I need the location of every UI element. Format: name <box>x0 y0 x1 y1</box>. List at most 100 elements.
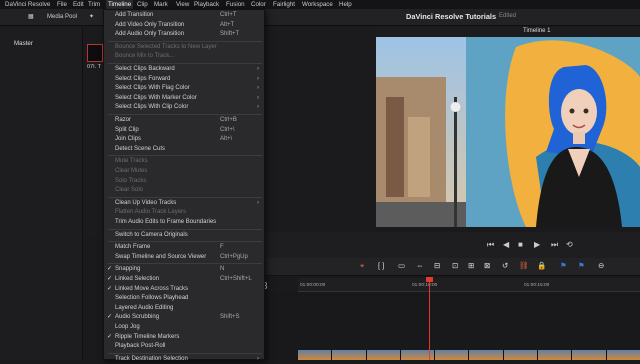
blade-icon[interactable]: ⇔ <box>416 261 424 270</box>
timeline-menu-dropdown: Add Transition Ctrl+T Add Video Only Trans… <box>103 9 265 362</box>
bin-list-panel <box>0 27 83 360</box>
menu-fusion[interactable]: Fusion <box>224 0 247 9</box>
submenu-arrow-icon: › <box>257 199 259 206</box>
menu-item-bounce-selected-tracks-to-new-layer: Bounce Selected Tracks to New Layer <box>104 43 264 52</box>
menu-item-snapping[interactable]: ✓ Snapping N <box>104 265 264 274</box>
menu-item-select-clips-with-marker-color[interactable]: Select Clips With Marker Color › <box>104 94 264 103</box>
menu-item-detect-scene-cuts[interactable]: Detect Scene Cuts <box>104 145 264 154</box>
menu-shortcut: Ctrl+Shift+L <box>220 276 252 282</box>
effects-icon[interactable]: ✦ <box>89 12 94 23</box>
menu-item-loop-jog[interactable]: Loop Jog <box>104 323 264 332</box>
master-bin[interactable]: Master <box>14 40 33 47</box>
menu-davinci-resolve[interactable]: DaVinci Resolve <box>3 0 52 9</box>
menu-separator <box>108 352 262 354</box>
menu-fairlight[interactable]: Fairlight <box>271 0 297 9</box>
menu-item-label: Razor <box>115 117 132 123</box>
menu-item-label: Linked Move Across Tracks <box>115 285 189 292</box>
menu-separator <box>108 241 262 243</box>
menu-shortcut: N <box>220 266 225 273</box>
go-to-start-icon[interactable]: ⏮ <box>487 240 494 250</box>
menu-item-swap-timeline-and-source-viewer[interactable]: Swap Timeline and Source Viewer Ctrl+PgUp <box>104 253 264 262</box>
menu-clip[interactable]: Clip <box>135 0 150 9</box>
menu-file[interactable]: File <box>55 0 69 9</box>
menu-item-add-video-only-transition[interactable]: Add Video Only Transition Alt+T <box>104 21 264 30</box>
menu-item-linked-move-across-tracks[interactable]: ✓ Linked Move Across Tracks <box>104 285 264 294</box>
menu-item-label: Add Audio Only Transition <box>115 31 185 38</box>
menu-item-select-clips-backward[interactable]: Select Clips Backward › <box>104 65 264 74</box>
menu-playback[interactable]: Playback <box>192 0 221 9</box>
menu-item-audio-scrubbing[interactable]: ✓ Audio Scrubbing Shift+S <box>104 313 264 322</box>
menu-item-selection-follows-playhead[interactable]: Selection Follows Playhead <box>104 294 264 303</box>
menu-item-label: Track Destination Selection <box>115 355 188 362</box>
menu-item-trim-audio-edits-to-frame-boundaries[interactable]: Trim Audio Edits to Frame Boundaries <box>104 218 264 227</box>
media-pool-button[interactable]: Media Pool <box>47 12 77 23</box>
menu-item-ripple-timeline-markers[interactable]: ✓ Ripple Timeline Markers <box>104 333 264 342</box>
overwrite-icon[interactable]: ⊡ <box>452 261 458 270</box>
menu-item-label: Mute Tracks <box>115 158 148 165</box>
lock-icon[interactable]: 🔒 <box>537 261 546 270</box>
menu-item-label: Select Clips Backward <box>115 66 175 72</box>
marker-icon[interactable]: ⚑ <box>578 261 585 270</box>
menu-item-label: Select Clips With Marker Color <box>115 94 197 101</box>
linked-selection-icon[interactable]: ⛓ <box>519 261 529 270</box>
menu-trim[interactable]: Trim <box>86 0 102 9</box>
reverse-icon[interactable]: ◀ <box>503 240 509 249</box>
menu-item-layered-audio-editing[interactable]: Layered Audio Editing <box>104 304 264 313</box>
menu-item-track-destination-selection[interactable]: Track Destination Selection › <box>104 355 264 364</box>
replace-icon[interactable]: ⊞ <box>468 261 474 270</box>
flag-icon[interactable]: ⚑ <box>560 261 567 270</box>
menu-item-add-audio-only-transition[interactable]: Add Audio Only Transition Shift+T <box>104 30 264 39</box>
menu-separator <box>108 196 262 198</box>
timeline-name[interactable]: Timeline 1 <box>523 28 550 34</box>
menu-item-match-frame[interactable]: Match Frame F <box>104 243 264 252</box>
check-icon: ✓ <box>107 314 113 321</box>
menu-item-select-clips-with-flag-color[interactable]: Select Clips With Flag Color › <box>104 84 264 93</box>
play-icon[interactable]: ▶ <box>534 240 540 249</box>
menu-item-clean-up-video-tracks[interactable]: Clean Up Video Tracks › <box>104 199 264 208</box>
menu-item-label: Playback Post-Roll <box>115 343 166 350</box>
menu-item-label: Bounce Selected Tracks to New Layer <box>115 43 217 50</box>
clip-thumbnail[interactable] <box>87 44 103 62</box>
menu-item-playback-post-roll[interactable]: Playback Post-Roll <box>104 342 264 351</box>
zoom-icon[interactable]: ⊖ <box>598 261 604 270</box>
go-to-end-icon[interactable]: ⏭ <box>551 240 558 250</box>
menu-edit[interactable]: Edit <box>71 0 86 9</box>
ruler-timecode: 01:00:15:00 <box>524 283 550 288</box>
video-clip-strip[interactable] <box>298 350 640 360</box>
submenu-arrow-icon: › <box>257 104 259 111</box>
menu-item-select-clips-with-clip-color[interactable]: Select Clips With Clip Color › <box>104 103 264 112</box>
loop-icon[interactable]: ⟲ <box>566 240 573 249</box>
menu-mark[interactable]: Mark <box>152 0 170 9</box>
menu-item-label: Selection Follows Playhead <box>115 295 189 302</box>
menu-item-razor[interactable]: Razor Ctrl+B <box>104 116 264 125</box>
menu-color[interactable]: Color <box>249 0 268 9</box>
menu-item-linked-selection[interactable]: ✓ Linked Selection Ctrl+Shift+L <box>104 275 264 284</box>
menu-timeline[interactable]: Timeline <box>106 0 134 9</box>
selection-tool-icon[interactable]: ⌖ <box>360 261 364 271</box>
menu-view[interactable]: View <box>174 0 191 9</box>
menu-item-mute-tracks: Mute Tracks <box>104 157 264 166</box>
menu-item-label: Switch to Camera Originals <box>115 231 188 238</box>
timeline-ruler[interactable] <box>298 278 640 292</box>
menu-item-join-clips[interactable]: Join Clips Alt+\ <box>104 135 264 144</box>
menu-item-label: Solo Tracks <box>115 177 147 184</box>
snapping-icon[interactable]: ↺ <box>502 261 508 270</box>
dynamic-trim-icon[interactable]: ▭ <box>398 261 405 270</box>
menu-item-select-clips-forward[interactable]: Select Clips Forward › <box>104 75 264 84</box>
menu-workspace[interactable]: Workspace <box>300 0 335 9</box>
media-pool-icon[interactable]: ▦ <box>28 12 34 23</box>
trim-tool-icon[interactable]: [ ] <box>378 261 384 270</box>
menu-item-switch-to-camera-originals[interactable]: Switch to Camera Originals <box>104 231 264 240</box>
menu-item-label: Select Clips With Clip Color <box>115 104 189 111</box>
menu-item-label: Add Video Only Transition <box>115 21 185 28</box>
insert-icon[interactable]: ⊟ <box>434 261 440 270</box>
fit-to-fill-icon[interactable]: ⊠ <box>484 261 490 270</box>
menu-shortcut: Ctrl+T <box>220 12 237 18</box>
menu-shortcut: Alt+\ <box>220 136 233 143</box>
menu-item-add-transition[interactable]: Add Transition Ctrl+T <box>104 11 264 20</box>
stop-icon[interactable]: ■ <box>518 240 523 249</box>
menu-item-flatten-audio-track-layers: Flatten Audio Track Layers <box>104 208 264 217</box>
menu-help[interactable]: Help <box>337 0 354 9</box>
menu-item-split-clip[interactable]: Split Clip Ctrl+\ <box>104 126 264 135</box>
playhead[interactable] <box>429 278 430 360</box>
